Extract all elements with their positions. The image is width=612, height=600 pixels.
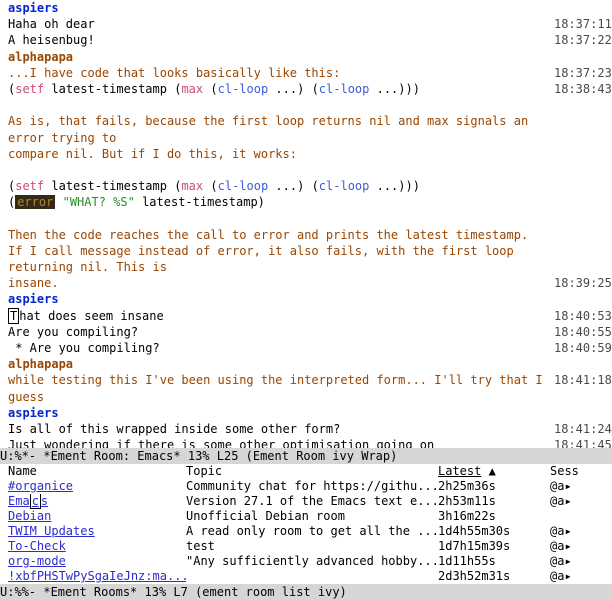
chat-line: Just wondering if there is some other op… — [8, 437, 612, 448]
room-latest: 2d3h52m31s — [438, 569, 550, 584]
col-header-topic[interactable]: Topic — [186, 464, 438, 479]
rooms-header: Name Topic Latest ▲ Sess — [0, 464, 612, 479]
chat-line: That does seem insane18:40:53 — [8, 308, 612, 324]
room-link[interactable]: Emacs — [8, 494, 48, 509]
room-latest: 1d7h15m39s — [438, 539, 550, 554]
chat-line: while testing this I've been using the i… — [8, 372, 612, 404]
table-row[interactable]: !xbfPHSTwPySgaIeJnz:ma... 2d3h52m31s@a▸ — [0, 569, 612, 584]
chat-line: A heisenbug!18:37:22 — [8, 32, 612, 48]
timestamp: 18:37:23 — [554, 65, 612, 81]
chat-line: (setf latest-timestamp (max (cl-loop ...… — [8, 81, 612, 97]
nick-alphapapa[interactable]: alphapapa — [8, 357, 73, 371]
table-row[interactable]: org-mode "Any sufficiently advanced hobby… — [0, 554, 612, 569]
room-session: @a▸ — [550, 524, 612, 539]
timestamp: 18:37:11 — [554, 16, 612, 32]
timestamp: 18:40:55 — [554, 324, 612, 340]
room-session: @a▸ — [550, 479, 612, 494]
chat-line: compare nil. But if I do this, it works: — [8, 146, 612, 162]
room-link[interactable]: #organice — [8, 479, 73, 493]
timestamp: 18:41:45 — [554, 437, 612, 448]
table-row[interactable]: #organice Community chat for https://gith… — [0, 479, 612, 494]
timestamp: 18:40:53 — [554, 308, 612, 324]
timestamp: 18:41:24 — [554, 421, 612, 437]
chat-line: Haha oh dear18:37:11 — [8, 16, 612, 32]
modeline-rooms: U:%%- *Ement Rooms* 13% L7 (ement room l… — [0, 584, 612, 600]
room-topic — [186, 569, 438, 584]
room-latest: 2h53m11s — [438, 494, 550, 509]
table-row[interactable]: To-Check test1d7h15m39s@a▸ — [0, 539, 612, 554]
chat-line: ...I have code that looks basically like… — [8, 65, 612, 81]
nick-aspiers[interactable]: aspiers — [8, 1, 59, 15]
room-session: @a▸ — [550, 539, 612, 554]
chat-line: alphapapa — [8, 356, 612, 372]
room-session: @a▸ — [550, 569, 612, 584]
chat-line: Are you compiling?18:40:55 — [8, 324, 612, 340]
timestamp: 18:41:18 — [554, 372, 612, 388]
room-session — [550, 509, 612, 524]
room-topic: Community chat for https://githu... — [186, 479, 438, 494]
timestamp: 18:38:43 — [554, 81, 612, 97]
table-row[interactable]: TWIM Updates A read only room to get all … — [0, 524, 612, 539]
chat-line — [8, 97, 612, 113]
room-topic: A read only room to get all the ... — [186, 524, 438, 539]
room-latest: 2h25m36s — [438, 479, 550, 494]
chat-line: aspiers — [8, 0, 612, 16]
chat-line: aspiers — [8, 405, 612, 421]
text-cursor: c — [30, 494, 41, 509]
chat-line: (error "WHAT? %S" latest-timestamp) — [8, 194, 612, 210]
room-link[interactable]: !xbfPHSTwPySgaIeJnz:ma... — [8, 569, 186, 583]
timestamp: 18:37:22 — [554, 32, 612, 48]
room-latest: 1d4h55m30s — [438, 524, 550, 539]
rooms-list[interactable]: Name Topic Latest ▲ Sess #organice Commun… — [0, 464, 612, 584]
timestamp: 18:40:59 — [554, 340, 612, 356]
nick-aspiers[interactable]: aspiers — [8, 406, 59, 420]
room-session: @a▸ — [550, 554, 612, 569]
nick-aspiers[interactable]: aspiers — [8, 292, 59, 306]
room-link[interactable]: To-Check — [8, 539, 66, 553]
chat-line: aspiers — [8, 291, 612, 307]
chat-line: * Are you compiling?18:40:59 — [8, 340, 612, 356]
modeline-chat: U:%*- *Ement Room: Emacs* 13% L25 (Ement… — [0, 448, 612, 464]
error-token: error — [15, 195, 55, 209]
col-header-session[interactable]: Sess — [550, 464, 612, 479]
timestamp: 18:39:25 — [554, 275, 612, 291]
text-cursor: T — [8, 308, 19, 324]
room-link[interactable]: org-mode — [8, 554, 66, 568]
chat-line: insane.18:39:25 — [8, 275, 612, 291]
chat-line: As is, that fails, because the first loo… — [8, 113, 612, 145]
chat-line — [8, 210, 612, 226]
room-latest: 1d11h55s — [438, 554, 550, 569]
table-row[interactable]: Debian Unofficial Debian room3h16m22s — [0, 509, 612, 524]
chat-log[interactable]: aspiersHaha oh dear18:37:11A heisenbug!1… — [0, 0, 612, 448]
chat-line — [8, 162, 612, 178]
chat-line: Is all of this wrapped inside some other… — [8, 421, 612, 437]
room-topic: test — [186, 539, 438, 554]
room-topic: Version 27.1 of the Emacs text e... — [186, 494, 438, 509]
room-link[interactable]: TWIM Updates — [8, 524, 95, 538]
chat-line: (setf latest-timestamp (max (cl-loop ...… — [8, 178, 612, 194]
room-topic: Unofficial Debian room — [186, 509, 438, 524]
room-session: @a▸ — [550, 494, 612, 509]
chat-line: alphapapa — [8, 49, 612, 65]
table-row[interactable]: Emacs Version 27.1 of the Emacs text e...… — [0, 494, 612, 509]
room-link[interactable]: Debian — [8, 509, 51, 523]
chat-line: If I call message instead of error, it a… — [8, 243, 612, 275]
nick-alphapapa[interactable]: alphapapa — [8, 50, 73, 64]
col-header-name[interactable]: Name — [0, 464, 186, 479]
room-topic: "Any sufficiently advanced hobby... — [186, 554, 438, 569]
room-latest: 3h16m22s — [438, 509, 550, 524]
col-header-latest[interactable]: Latest ▲ — [438, 464, 550, 479]
chat-line: Then the code reaches the call to error … — [8, 227, 612, 243]
